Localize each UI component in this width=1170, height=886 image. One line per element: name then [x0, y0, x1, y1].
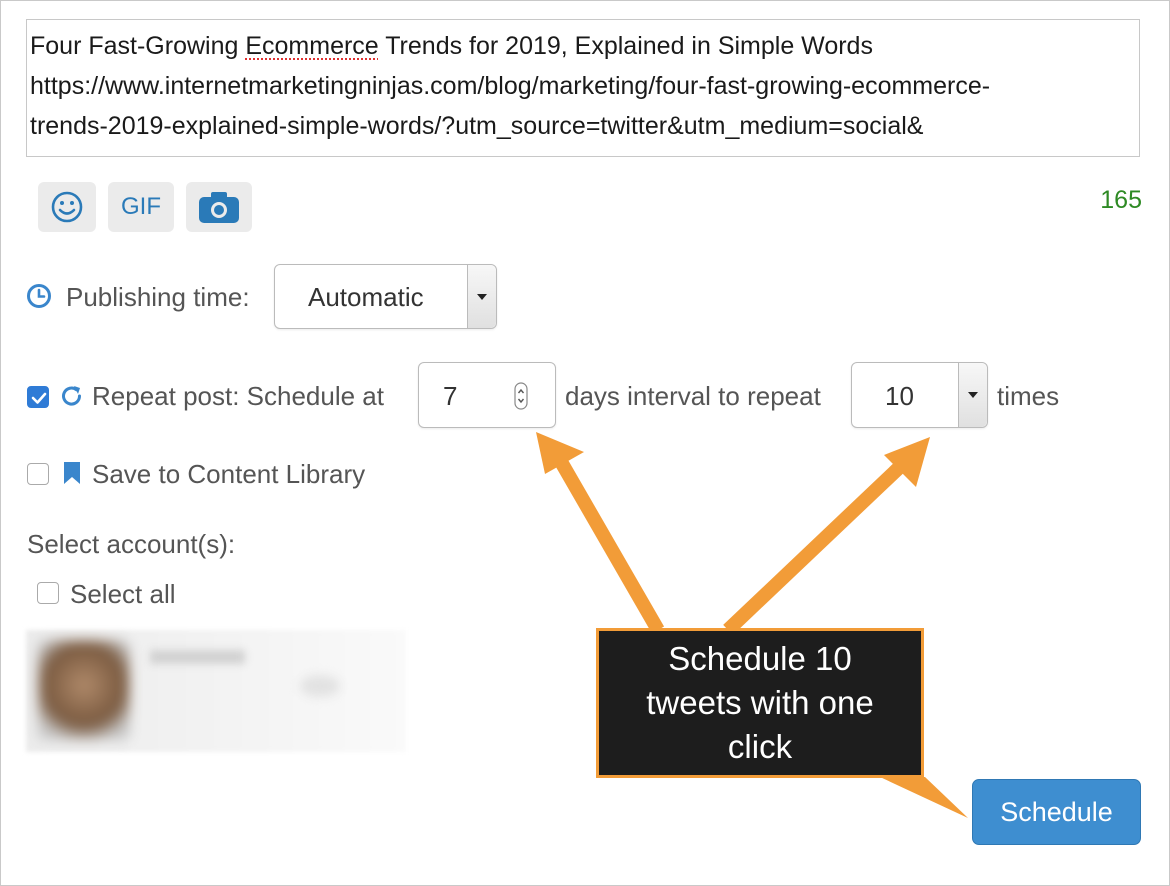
arrow-to-times — [723, 437, 930, 636]
schedule-button[interactable]: Schedule — [972, 779, 1141, 845]
annotation-arrows — [536, 432, 968, 818]
annotation-callout: Schedule 10 tweets with one click — [596, 628, 924, 778]
arrow-to-schedule — [880, 777, 968, 818]
arrow-to-interval — [536, 432, 665, 634]
